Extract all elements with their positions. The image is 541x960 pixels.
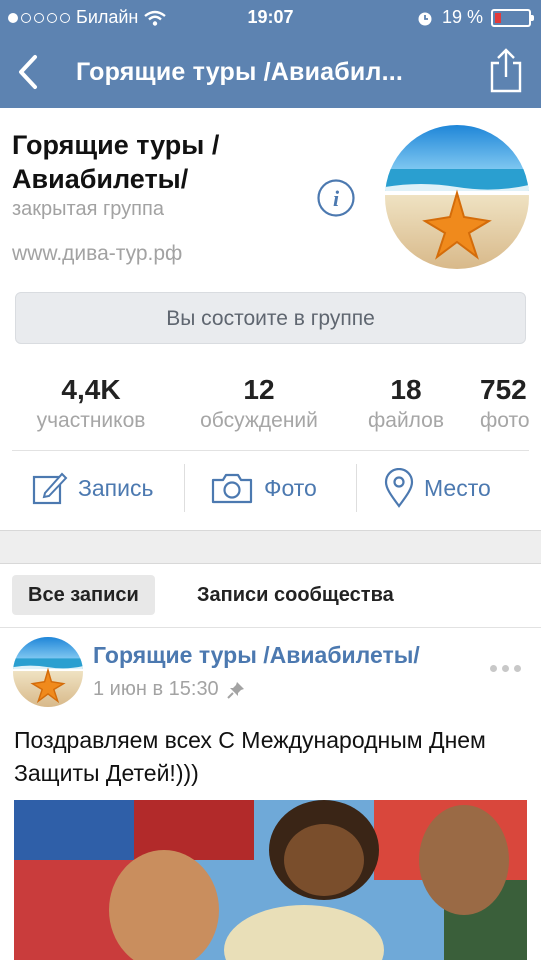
divider [0, 627, 541, 628]
battery-icon [491, 8, 534, 27]
counter-value: 12 [243, 374, 275, 405]
counter-label: участников [36, 409, 146, 432]
chevron-left-icon [19, 55, 37, 89]
nav-bar: Горящие туры /Авиабил... [0, 36, 541, 108]
post-author-avatar[interactable] [13, 637, 83, 707]
divider [356, 464, 357, 512]
post-time: 1 июн в 15:30 [93, 678, 219, 700]
action-photo-button[interactable]: Фото [210, 460, 317, 516]
svg-text:i: i [333, 186, 340, 211]
battery-fill [495, 12, 501, 23]
post-meta: 1 июн в 15:30 [93, 678, 245, 701]
action-label: Место [424, 474, 491, 501]
status-bar: Билайн 19:07 19 % [0, 0, 541, 36]
share-icon [490, 48, 522, 93]
member-status-button[interactable]: Вы состоите в группе [15, 292, 526, 344]
action-label: Фото [264, 474, 317, 501]
info-icon: i [317, 179, 355, 217]
counter-value: 752 [480, 374, 527, 405]
starfish-beach-image [13, 637, 83, 707]
children-photo-image [14, 800, 527, 960]
counter-label: файлов [367, 409, 444, 432]
group-url[interactable]: www.дива-тур.рф [12, 242, 182, 266]
post-author-name[interactable]: Горящие туры /Авиабилеты/ [93, 642, 420, 669]
back-button[interactable] [8, 48, 48, 96]
group-name: Горящие туры / Авиабилеты/ [12, 130, 220, 194]
counter-label: фото [480, 409, 530, 432]
action-place-button[interactable]: Место [384, 460, 491, 516]
alarm-icon [418, 12, 432, 25]
counter-value: 18 [390, 374, 422, 405]
action-label: Запись [78, 474, 154, 501]
share-button[interactable] [485, 44, 527, 96]
counter-label: обсуждений [200, 409, 318, 432]
more-dots-icon[interactable] [490, 665, 521, 672]
compose-icon [32, 472, 68, 505]
battery-percent: 19 % [441, 7, 483, 27]
group-type: закрытая группа [12, 198, 164, 220]
pin-icon [226, 681, 244, 699]
counter-discussions[interactable]: 12 обсуждений [186, 373, 332, 435]
counter-photos[interactable]: 752 фото [480, 373, 541, 435]
camera-icon [211, 473, 253, 504]
counter-value: 4,4K [61, 374, 121, 405]
group-avatar[interactable] [385, 125, 529, 269]
divider [184, 464, 185, 512]
tab-all-posts[interactable]: Все записи [12, 575, 155, 615]
tab-community-posts[interactable]: Записи сообщества [197, 575, 394, 615]
post-text: Поздравляем всех С Международным Днем За… [14, 727, 486, 786]
counter-files[interactable]: 18 файлов [358, 373, 454, 435]
section-separator [0, 530, 541, 564]
post-photo[interactable] [14, 800, 527, 960]
action-post-button[interactable]: Запись [32, 460, 153, 516]
nav-title: Горящие туры /Авиабил... [76, 58, 404, 86]
info-button[interactable]: i [316, 178, 356, 218]
app-header: Билайн 19:07 19 % Горящие туры /Авиабил.… [0, 0, 541, 108]
location-pin-icon [384, 468, 414, 508]
counter-members[interactable]: 4,4K участников [22, 373, 160, 435]
divider [12, 450, 529, 451]
starfish-beach-image [385, 125, 529, 269]
